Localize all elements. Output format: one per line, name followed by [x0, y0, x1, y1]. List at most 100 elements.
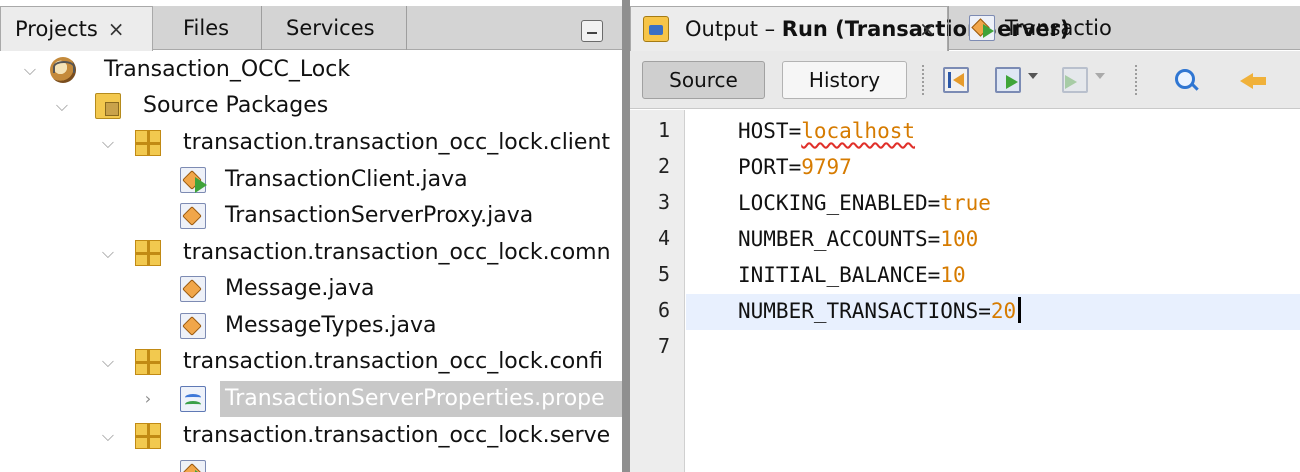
line-number: 6: [657, 298, 670, 322]
forward-icon[interactable]: [1062, 67, 1088, 93]
property-key: NUMBER_TRANSACTIONS=: [738, 299, 991, 323]
panel-splitter[interactable]: [622, 0, 630, 472]
package-icon: [135, 423, 161, 449]
java-file-icon: [180, 313, 206, 339]
tree-node-package[interactable]: ⌵ transaction.transaction_occ_lock.clien…: [0, 125, 622, 161]
tree-node-project[interactable]: ⌵ Transaction_OCC_Lock: [0, 52, 622, 88]
left-tab-bar: Projects × Files Services: [0, 6, 622, 51]
line-number: 1: [657, 118, 670, 142]
line-number: 5: [657, 262, 670, 286]
tree-node-file[interactable]: TransactionServerProxy.java: [0, 198, 622, 234]
close-icon[interactable]: ×: [108, 17, 125, 41]
file-label: MessageTypes.java: [225, 313, 437, 338]
property-key: PORT=: [738, 155, 802, 179]
editor-tab-bar: Output – Run (TransactionServer) × Trans…: [630, 6, 1300, 51]
code-line[interactable]: [686, 330, 1300, 366]
find-icon[interactable]: [1173, 67, 1199, 93]
tab-services[interactable]: Services: [262, 6, 407, 50]
text-caret: [1018, 297, 1022, 323]
tree-node-package[interactable]: ⌵ transaction.transaction_occ_lock.confi: [0, 344, 622, 380]
minimize-window-icon[interactable]: [581, 20, 603, 42]
tab-transaction[interactable]: Transactio: [948, 6, 1300, 51]
output-tab-prefix: Output –: [685, 17, 782, 41]
code-line-current[interactable]: NUMBER_TRANSACTIONS=20: [686, 294, 1300, 330]
package-label: transaction.transaction_occ_lock.serve: [183, 423, 611, 448]
close-icon[interactable]: ×: [919, 7, 936, 51]
output-window-icon: [643, 16, 669, 42]
tree-node-file[interactable]: TransactionClient.java: [0, 162, 622, 198]
java-file-icon: [180, 276, 206, 302]
find-previous-icon[interactable]: [1240, 67, 1266, 93]
tab-files[interactable]: Files: [153, 6, 262, 50]
chevron-down-icon[interactable]: ⌵: [98, 418, 118, 454]
line-number: 4: [657, 226, 670, 250]
java-runnable-file-icon: [180, 167, 207, 193]
line-number: 3: [657, 190, 670, 214]
property-value: true: [940, 191, 991, 215]
line-number-gutter: 1 2 3 4 5 6 7: [630, 110, 685, 472]
chevron-right-icon[interactable]: ›: [138, 381, 158, 417]
transaction-tab-label: Transactio: [1005, 16, 1112, 40]
file-label: Message.java: [225, 276, 375, 301]
tree-node-package[interactable]: ⌵ transaction.transaction_occ_lock.comn: [0, 235, 622, 271]
line-number: 2: [657, 154, 670, 178]
package-icon: [135, 349, 161, 375]
code-line[interactable]: HOST=localhost: [686, 114, 1300, 150]
property-value: 10: [940, 263, 966, 287]
chevron-down-icon[interactable]: ⌵: [98, 344, 118, 380]
property-key: INITIAL_BALANCE=: [738, 263, 941, 287]
tab-projects-label: Projects: [15, 17, 98, 41]
java-runnable-file-icon: [969, 15, 995, 41]
package-label: transaction.transaction_occ_lock.confi: [183, 349, 603, 374]
java-file-icon: [180, 203, 206, 229]
source-button[interactable]: Source: [642, 61, 765, 99]
code-line[interactable]: INITIAL_BALANCE=10: [686, 258, 1300, 294]
tree-node-file[interactable]: MessageTypes.java: [0, 308, 622, 344]
line-number: 7: [657, 334, 670, 358]
editor-panel: Output – Run (TransactionServer) × Trans…: [630, 0, 1300, 472]
project-tree: ⌵ Transaction_OCC_Lock ⌵ Source Packages…: [0, 52, 622, 472]
forward-dropdown-icon[interactable]: [1095, 73, 1105, 79]
property-value: 20: [990, 299, 1017, 323]
last-edit-icon[interactable]: [943, 67, 969, 93]
toolbar-separator: [1135, 65, 1137, 95]
property-key: HOST=: [738, 119, 802, 143]
chevron-down-icon[interactable]: ⌵: [98, 125, 118, 161]
tree-node-file[interactable]: Message.java: [0, 271, 622, 307]
file-label: TransactionClient.java: [225, 167, 468, 192]
code-editor[interactable]: HOST=localhost PORT=9797 LOCKING_ENABLED…: [686, 110, 1300, 472]
property-key: NUMBER_ACCOUNTS=: [738, 227, 941, 251]
file-label: TransactionServerProxy.java: [225, 203, 534, 228]
code-line[interactable]: LOCKING_ENABLED=true: [686, 186, 1300, 222]
tree-node-file[interactable]: [0, 455, 622, 472]
source-packages-label: Source Packages: [143, 93, 329, 118]
tab-output[interactable]: Output – Run (TransactionServer) ×: [630, 6, 1070, 51]
properties-file-icon: [180, 386, 206, 412]
back-dropdown-icon[interactable]: [1028, 73, 1038, 79]
tree-node-file-prefix: ›: [0, 381, 220, 417]
code-line[interactable]: PORT=9797: [686, 150, 1300, 186]
history-button[interactable]: History: [782, 61, 907, 99]
code-line[interactable]: NUMBER_ACCOUNTS=100: [686, 222, 1300, 258]
java-runnable-file-icon: [180, 460, 207, 472]
package-icon: [135, 240, 161, 266]
file-label: TransactionServerProperties.prope: [225, 386, 605, 411]
chevron-down-icon[interactable]: ⌵: [98, 235, 118, 271]
tab-projects[interactable]: Projects ×: [0, 6, 153, 51]
source-folder-icon: [95, 93, 121, 119]
back-icon[interactable]: [995, 67, 1021, 93]
chevron-down-icon[interactable]: ⌵: [52, 88, 72, 124]
tree-node-package[interactable]: ⌵ transaction.transaction_occ_lock.serve: [0, 418, 622, 454]
property-value: 9797: [801, 155, 852, 179]
project-label: Transaction_OCC_Lock: [104, 57, 351, 82]
tree-node-source-packages[interactable]: ⌵ Source Packages: [0, 88, 622, 124]
project-coffee-icon: [50, 57, 76, 83]
editor-toolbar: Source History: [630, 51, 1300, 109]
chevron-down-icon[interactable]: ⌵: [20, 52, 40, 88]
tab-services-label: Services: [286, 16, 375, 40]
tab-files-label: Files: [183, 16, 230, 40]
toolbar-separator: [922, 65, 924, 95]
projects-panel: Projects × Files Services ⌵ Transaction_O…: [0, 0, 622, 472]
tree-node-file-selected[interactable]: TransactionServerProperties.prope: [220, 381, 622, 417]
package-label: transaction.transaction_occ_lock.client: [183, 130, 611, 155]
